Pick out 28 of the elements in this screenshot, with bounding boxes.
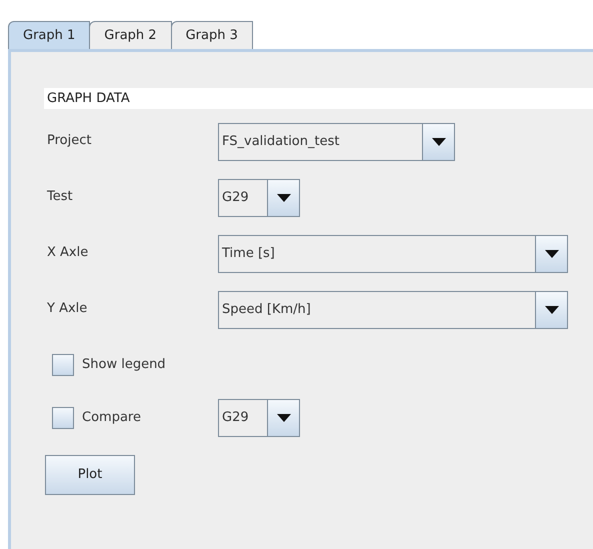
dropdown-value: G29 [221, 409, 250, 428]
field-label: Test [46, 188, 74, 206]
field-label: Y Axle [46, 300, 88, 318]
dropdown[interactable]: FS_validation_test [218, 123, 455, 161]
dropdown[interactable]: G29 [218, 179, 300, 217]
caret-icon [544, 250, 558, 258]
checkbox-label: Show legend [82, 356, 166, 374]
dropdown-value: G29 [221, 189, 250, 208]
caret-icon [276, 194, 290, 202]
tab[interactable]: Graph 1 [8, 21, 90, 49]
tab[interactable]: Graph 2 [89, 21, 172, 49]
dropdown[interactable]: Time [s] [218, 235, 568, 273]
tab[interactable]: Graph 3 [170, 21, 253, 49]
dropdown-value: Speed [Km/h] [221, 301, 312, 320]
dropdown[interactable]: G29 [218, 399, 300, 437]
dropdown-value: FS_validation_test [221, 133, 340, 152]
caret-icon [432, 138, 446, 146]
checkbox[interactable] [52, 407, 74, 429]
caret-icon [544, 306, 558, 314]
checkbox-label: Compare [82, 409, 141, 428]
field-label: Project [46, 132, 92, 150]
dropdown[interactable]: Speed [Km/h] [218, 291, 568, 329]
section-header: GRAPH DATA [44, 88, 593, 109]
plot-button[interactable]: Plot [45, 455, 135, 495]
dropdown-value: Time [s] [221, 245, 276, 264]
caret-icon [276, 414, 290, 422]
field-label: X Axle [46, 244, 90, 262]
checkbox[interactable] [52, 354, 74, 376]
